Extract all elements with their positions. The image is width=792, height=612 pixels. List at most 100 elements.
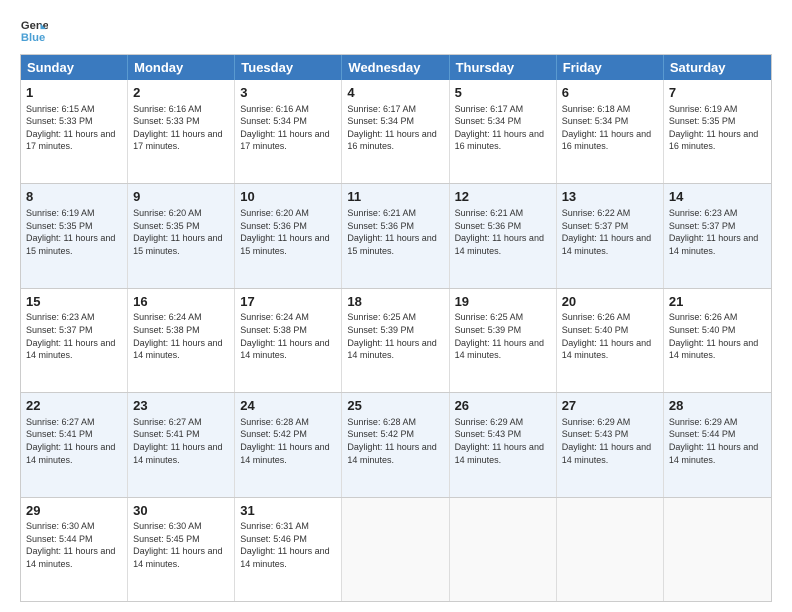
day-info: Sunrise: 6:18 AMSunset: 5:34 PMDaylight:… [562,103,658,153]
calendar-cell-13: 13Sunrise: 6:22 AMSunset: 5:37 PMDayligh… [557,184,664,287]
day-info: Sunrise: 6:30 AMSunset: 5:45 PMDaylight:… [133,520,229,570]
day-info: Sunrise: 6:31 AMSunset: 5:46 PMDaylight:… [240,520,336,570]
calendar-cell-25: 25Sunrise: 6:28 AMSunset: 5:42 PMDayligh… [342,393,449,496]
day-number: 20 [562,293,658,311]
svg-text:Blue: Blue [21,32,45,44]
day-number: 27 [562,397,658,415]
logo: General Blue [20,16,52,44]
calendar-cell-7: 7Sunrise: 6:19 AMSunset: 5:35 PMDaylight… [664,80,771,183]
day-number: 24 [240,397,336,415]
calendar-cell-21: 21Sunrise: 6:26 AMSunset: 5:40 PMDayligh… [664,289,771,392]
calendar-cell-17: 17Sunrise: 6:24 AMSunset: 5:38 PMDayligh… [235,289,342,392]
calendar-cell-2: 2Sunrise: 6:16 AMSunset: 5:33 PMDaylight… [128,80,235,183]
day-info: Sunrise: 6:28 AMSunset: 5:42 PMDaylight:… [240,416,336,466]
calendar-body: 1Sunrise: 6:15 AMSunset: 5:33 PMDaylight… [21,80,771,601]
calendar: SundayMondayTuesdayWednesdayThursdayFrid… [20,54,772,602]
calendar-cell-26: 26Sunrise: 6:29 AMSunset: 5:43 PMDayligh… [450,393,557,496]
day-info: Sunrise: 6:29 AMSunset: 5:43 PMDaylight:… [455,416,551,466]
header-monday: Monday [128,55,235,80]
day-number: 3 [240,84,336,102]
day-number: 29 [26,502,122,520]
calendar-cell-19: 19Sunrise: 6:25 AMSunset: 5:39 PMDayligh… [450,289,557,392]
day-info: Sunrise: 6:25 AMSunset: 5:39 PMDaylight:… [455,311,551,361]
day-info: Sunrise: 6:21 AMSunset: 5:36 PMDaylight:… [455,207,551,257]
calendar-cell-14: 14Sunrise: 6:23 AMSunset: 5:37 PMDayligh… [664,184,771,287]
day-info: Sunrise: 6:19 AMSunset: 5:35 PMDaylight:… [669,103,766,153]
day-info: Sunrise: 6:22 AMSunset: 5:37 PMDaylight:… [562,207,658,257]
calendar-cell-27: 27Sunrise: 6:29 AMSunset: 5:43 PMDayligh… [557,393,664,496]
day-number: 1 [26,84,122,102]
day-number: 25 [347,397,443,415]
day-number: 6 [562,84,658,102]
day-info: Sunrise: 6:17 AMSunset: 5:34 PMDaylight:… [455,103,551,153]
day-number: 23 [133,397,229,415]
day-number: 30 [133,502,229,520]
day-number: 17 [240,293,336,311]
calendar-cell-4: 4Sunrise: 6:17 AMSunset: 5:34 PMDaylight… [342,80,449,183]
day-number: 11 [347,188,443,206]
header: General Blue [20,16,772,44]
calendar-row-0: 1Sunrise: 6:15 AMSunset: 5:33 PMDaylight… [21,80,771,183]
day-number: 10 [240,188,336,206]
day-info: Sunrise: 6:27 AMSunset: 5:41 PMDaylight:… [133,416,229,466]
calendar-cell-empty [557,498,664,601]
calendar-cell-10: 10Sunrise: 6:20 AMSunset: 5:36 PMDayligh… [235,184,342,287]
calendar-cell-29: 29Sunrise: 6:30 AMSunset: 5:44 PMDayligh… [21,498,128,601]
calendar-row-1: 8Sunrise: 6:19 AMSunset: 5:35 PMDaylight… [21,183,771,287]
calendar-cell-24: 24Sunrise: 6:28 AMSunset: 5:42 PMDayligh… [235,393,342,496]
calendar-row-2: 15Sunrise: 6:23 AMSunset: 5:37 PMDayligh… [21,288,771,392]
calendar-cell-31: 31Sunrise: 6:31 AMSunset: 5:46 PMDayligh… [235,498,342,601]
day-number: 7 [669,84,766,102]
header-thursday: Thursday [450,55,557,80]
day-number: 15 [26,293,122,311]
day-number: 28 [669,397,766,415]
calendar-row-3: 22Sunrise: 6:27 AMSunset: 5:41 PMDayligh… [21,392,771,496]
day-number: 14 [669,188,766,206]
calendar-cell-empty [450,498,557,601]
calendar-row-4: 29Sunrise: 6:30 AMSunset: 5:44 PMDayligh… [21,497,771,601]
calendar-cell-15: 15Sunrise: 6:23 AMSunset: 5:37 PMDayligh… [21,289,128,392]
day-number: 22 [26,397,122,415]
calendar-cell-30: 30Sunrise: 6:30 AMSunset: 5:45 PMDayligh… [128,498,235,601]
calendar-cell-empty [342,498,449,601]
calendar-cell-9: 9Sunrise: 6:20 AMSunset: 5:35 PMDaylight… [128,184,235,287]
calendar-cell-22: 22Sunrise: 6:27 AMSunset: 5:41 PMDayligh… [21,393,128,496]
day-info: Sunrise: 6:19 AMSunset: 5:35 PMDaylight:… [26,207,122,257]
header-saturday: Saturday [664,55,771,80]
day-info: Sunrise: 6:23 AMSunset: 5:37 PMDaylight:… [26,311,122,361]
day-info: Sunrise: 6:24 AMSunset: 5:38 PMDaylight:… [240,311,336,361]
day-number: 8 [26,188,122,206]
day-info: Sunrise: 6:25 AMSunset: 5:39 PMDaylight:… [347,311,443,361]
day-number: 26 [455,397,551,415]
calendar-cell-28: 28Sunrise: 6:29 AMSunset: 5:44 PMDayligh… [664,393,771,496]
day-info: Sunrise: 6:20 AMSunset: 5:36 PMDaylight:… [240,207,336,257]
calendar-cell-18: 18Sunrise: 6:25 AMSunset: 5:39 PMDayligh… [342,289,449,392]
day-info: Sunrise: 6:21 AMSunset: 5:36 PMDaylight:… [347,207,443,257]
day-info: Sunrise: 6:27 AMSunset: 5:41 PMDaylight:… [26,416,122,466]
day-info: Sunrise: 6:16 AMSunset: 5:34 PMDaylight:… [240,103,336,153]
page: General Blue SundayMondayTuesdayWednesda… [0,0,792,612]
calendar-cell-12: 12Sunrise: 6:21 AMSunset: 5:36 PMDayligh… [450,184,557,287]
calendar-cell-23: 23Sunrise: 6:27 AMSunset: 5:41 PMDayligh… [128,393,235,496]
calendar-cell-3: 3Sunrise: 6:16 AMSunset: 5:34 PMDaylight… [235,80,342,183]
header-tuesday: Tuesday [235,55,342,80]
header-friday: Friday [557,55,664,80]
day-info: Sunrise: 6:29 AMSunset: 5:43 PMDaylight:… [562,416,658,466]
day-info: Sunrise: 6:15 AMSunset: 5:33 PMDaylight:… [26,103,122,153]
calendar-cell-empty [664,498,771,601]
day-info: Sunrise: 6:24 AMSunset: 5:38 PMDaylight:… [133,311,229,361]
day-info: Sunrise: 6:28 AMSunset: 5:42 PMDaylight:… [347,416,443,466]
calendar-cell-1: 1Sunrise: 6:15 AMSunset: 5:33 PMDaylight… [21,80,128,183]
day-info: Sunrise: 6:30 AMSunset: 5:44 PMDaylight:… [26,520,122,570]
day-info: Sunrise: 6:26 AMSunset: 5:40 PMDaylight:… [669,311,766,361]
calendar-cell-11: 11Sunrise: 6:21 AMSunset: 5:36 PMDayligh… [342,184,449,287]
day-info: Sunrise: 6:29 AMSunset: 5:44 PMDaylight:… [669,416,766,466]
calendar-cell-20: 20Sunrise: 6:26 AMSunset: 5:40 PMDayligh… [557,289,664,392]
day-info: Sunrise: 6:23 AMSunset: 5:37 PMDaylight:… [669,207,766,257]
day-number: 13 [562,188,658,206]
calendar-header: SundayMondayTuesdayWednesdayThursdayFrid… [21,55,771,80]
day-number: 5 [455,84,551,102]
day-info: Sunrise: 6:16 AMSunset: 5:33 PMDaylight:… [133,103,229,153]
calendar-cell-16: 16Sunrise: 6:24 AMSunset: 5:38 PMDayligh… [128,289,235,392]
header-sunday: Sunday [21,55,128,80]
